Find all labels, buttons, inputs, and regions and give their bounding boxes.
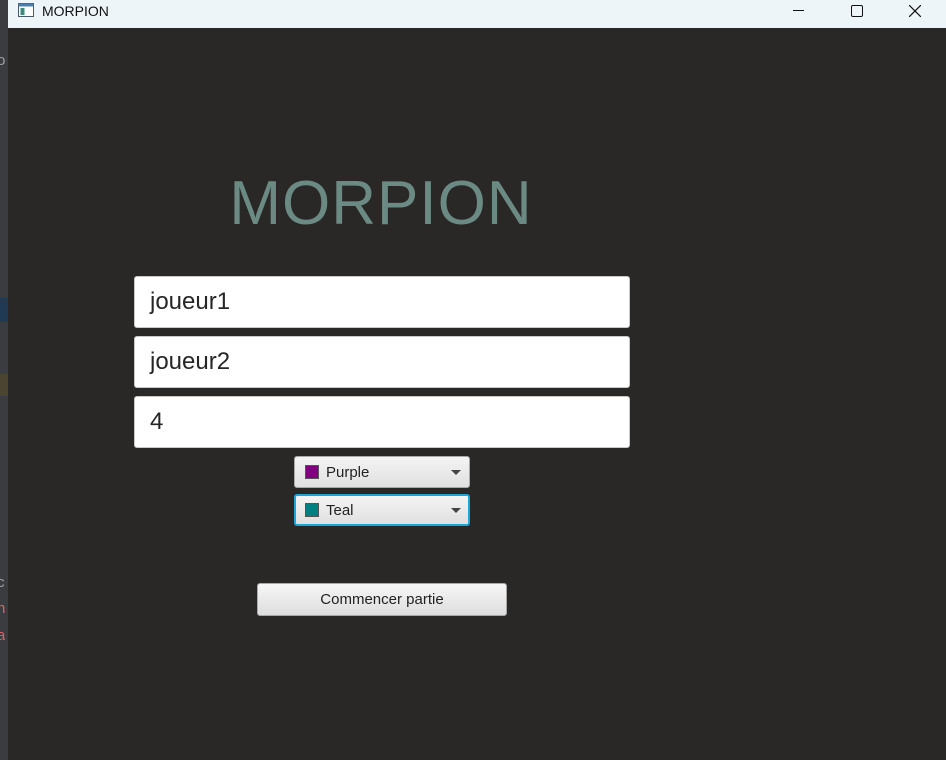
player1-color-picker[interactable]: Purple bbox=[294, 456, 470, 488]
background-glyph: n bbox=[0, 600, 5, 617]
player2-name-field[interactable]: joueur2 bbox=[134, 336, 630, 388]
chevron-down-icon bbox=[451, 470, 461, 475]
color-label: Teal bbox=[326, 502, 354, 519]
background-glyph: c bbox=[0, 574, 5, 591]
window-title: MORPION bbox=[42, 3, 109, 19]
title-bar[interactable]: MORPION bbox=[8, 0, 946, 28]
app-icon bbox=[18, 3, 34, 17]
background-selection-mark bbox=[0, 298, 8, 322]
game-setup-panel: MORPION joueur1 joueur2 4 Purple Teal Co… bbox=[8, 28, 946, 760]
grid-size-field[interactable]: 4 bbox=[134, 396, 630, 448]
close-icon bbox=[909, 5, 921, 17]
minimize-icon bbox=[793, 10, 804, 11]
minimize-button[interactable] bbox=[776, 0, 822, 24]
chevron-down-icon bbox=[451, 508, 461, 513]
color-swatch bbox=[305, 465, 319, 479]
player1-name-field[interactable]: joueur1 bbox=[134, 276, 630, 328]
background-glyph: a bbox=[0, 627, 5, 644]
color-label: Purple bbox=[326, 464, 370, 481]
maximize-icon bbox=[851, 5, 863, 17]
color-swatch bbox=[305, 503, 319, 517]
close-button[interactable] bbox=[892, 0, 938, 24]
background-glyph: o bbox=[0, 52, 5, 69]
background-highlight-mark bbox=[0, 374, 8, 396]
background-window-edge: o c n a bbox=[0, 0, 8, 760]
start-game-button[interactable]: Commencer partie bbox=[257, 583, 507, 616]
player2-color-picker[interactable]: Teal bbox=[294, 494, 470, 526]
maximize-button[interactable] bbox=[834, 0, 880, 24]
page-title: MORPION bbox=[229, 169, 533, 238]
